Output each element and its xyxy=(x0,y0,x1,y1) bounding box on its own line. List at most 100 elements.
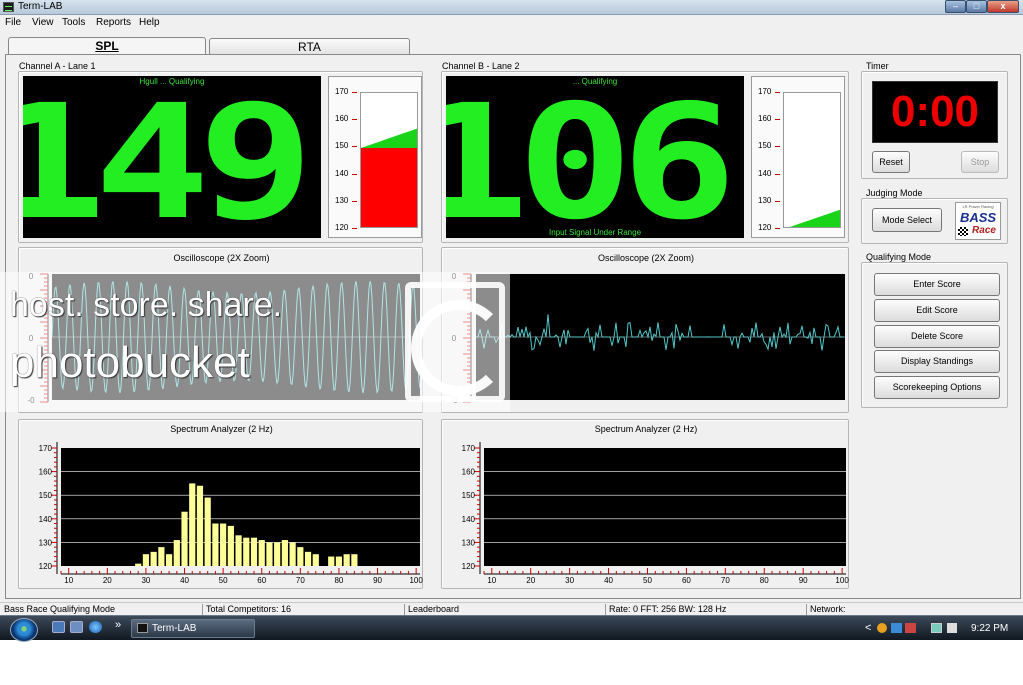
channel-b-gauge-tick: 130 xyxy=(758,195,772,205)
switch-windows-icon[interactable] xyxy=(70,621,83,633)
enter-score-button[interactable]: Enter Score xyxy=(874,273,1000,296)
spectrum-a-x-tick: 70 xyxy=(296,576,305,585)
spectrum-a-bar xyxy=(235,535,242,566)
spectrum-b-x-tick: 90 xyxy=(799,576,808,585)
spectrum-b-x-tick: 30 xyxy=(565,576,574,585)
channel-b-gauge-peak xyxy=(789,209,840,227)
spectrum-b-plot-area xyxy=(484,448,846,566)
spectrum-a-bar xyxy=(289,542,296,566)
maximize-button[interactable]: □ xyxy=(966,0,987,13)
show-desktop-icon[interactable] xyxy=(52,621,65,633)
channel-b-gauge-bar xyxy=(783,92,841,228)
spectrum-a-bar xyxy=(250,537,258,566)
spectrum-a-bar xyxy=(150,551,157,566)
channel-a-gauge-fill xyxy=(361,128,417,227)
menu-reports[interactable]: Reports xyxy=(96,17,131,28)
spectrum-a-y-tick: 130 xyxy=(39,538,53,547)
spectrum-b-y-tick: 150 xyxy=(462,491,476,500)
menu-tools[interactable]: Tools xyxy=(62,17,85,28)
spectrum-a-x-tick: 10 xyxy=(64,576,73,585)
spectrum-a-x-tick: 40 xyxy=(180,576,189,585)
tray-icon-2[interactable] xyxy=(891,623,902,633)
bass-race-logo-main: BASS xyxy=(959,210,997,225)
oscilloscope-b-trace xyxy=(476,314,845,352)
spectrum-a-bar xyxy=(328,556,335,566)
minimize-button[interactable]: – xyxy=(945,0,966,13)
spectrum-a-x-tick: 30 xyxy=(141,576,150,585)
status-network: Network: xyxy=(810,604,846,614)
channel-a-label: Channel A - Lane 1 xyxy=(19,61,96,71)
channel-a-gauge-tick: 170 xyxy=(335,87,349,96)
spectrum-a-x-tick: 100 xyxy=(409,576,423,585)
timer-label: Timer xyxy=(866,61,889,71)
channel-a-gauge-level xyxy=(361,147,417,227)
scorekeeping-options-button[interactable]: Scorekeeping Options xyxy=(874,376,1000,399)
spectrum-b-y-tick: 140 xyxy=(462,515,476,524)
menu-view[interactable]: View xyxy=(32,17,54,28)
channel-b-gauge-mark xyxy=(775,173,780,175)
tray-expand-arrow[interactable]: < xyxy=(865,622,871,634)
checker-flag-icon xyxy=(958,227,968,236)
channel-b-gauge-tick: 170 xyxy=(758,87,772,96)
channel-b-reading: 106.6 xyxy=(446,76,744,238)
status-competitors: Total Competitors: 16 xyxy=(206,604,292,614)
stop-button[interactable]: Stop xyxy=(961,151,999,173)
spectrum-a-y-tick: 120 xyxy=(39,562,53,571)
spectrum-a-x-tick: 60 xyxy=(257,576,266,585)
spectrum-b-y-tick: 120 xyxy=(462,562,476,571)
channel-a-gauge-mark xyxy=(352,228,357,229)
taskbar-term-lab[interactable]: Term-LAB xyxy=(131,619,255,638)
status-leaderboard: Leaderboard xyxy=(408,604,460,614)
spectrum-b-x-tick: 10 xyxy=(487,576,496,585)
channel-a-display: Hgull ... Qualifying 149.8 xyxy=(23,76,321,238)
menu-bar: File View Tools Reports Help xyxy=(0,15,1023,32)
oscilloscope-a-title: Oscilloscope (2X Zoom) xyxy=(173,253,270,263)
spectrum-a-chart: 170 160 150 140 130 120 10 20 30 40 50 60 70 80 90 100 xyxy=(39,442,423,585)
channel-b-gauge-fill xyxy=(789,209,840,227)
judging-panel: Mode Select LR Power Racing BASS Race xyxy=(861,198,1008,244)
channel-a-gauge: 170 160 150 140 130 120 xyxy=(328,76,422,238)
spectrum-a-bar xyxy=(266,542,273,566)
spectrum-a-bar xyxy=(297,547,304,566)
watermark-line1: host. store. share. xyxy=(10,286,283,324)
network-icon[interactable] xyxy=(931,623,942,633)
display-standings-button[interactable]: Display Standings xyxy=(874,350,1000,373)
judging-mode-label: Judging Mode xyxy=(866,188,923,198)
spectrum-b-x-tick: 40 xyxy=(604,576,613,585)
spectrum-a-bar xyxy=(212,523,219,566)
tab-rta[interactable]: RTA xyxy=(209,38,410,55)
internet-explorer-icon[interactable] xyxy=(89,621,102,633)
mode-select-button[interactable]: Mode Select xyxy=(872,208,942,232)
status-mode: Bass Race Qualifying Mode xyxy=(4,604,116,614)
spectrum-b-x-tick: 50 xyxy=(643,576,652,585)
channel-a-gauge-tick: 120 xyxy=(335,223,349,232)
reset-button[interactable]: Reset xyxy=(872,151,910,173)
menu-help[interactable]: Help xyxy=(139,17,160,28)
spectrum-a-y-tick: 160 xyxy=(39,468,53,477)
channel-a-gauge-tick: 160 xyxy=(335,114,349,124)
tab-spl-label: SPL xyxy=(95,39,119,53)
status-rate: Rate: 0 FFT: 256 BW: 128 Hz xyxy=(609,604,727,614)
taskbar-term-lab-label: Term-LAB xyxy=(152,623,197,634)
oscilloscope-b-waveform xyxy=(476,314,844,352)
channel-b-gauge-mark xyxy=(775,146,780,148)
clock: 9:22 PM xyxy=(971,623,1009,634)
tray-icon-3[interactable] xyxy=(905,623,916,633)
delete-score-button[interactable]: Delete Score xyxy=(874,325,1000,348)
channel-b-gauge-tick: 140 xyxy=(758,168,772,178)
edit-score-button[interactable]: Edit Score xyxy=(874,299,1000,322)
tray-icon-1[interactable] xyxy=(877,623,887,633)
spectrum-a-bar xyxy=(142,554,150,566)
spectrum-a-bar xyxy=(258,540,265,566)
close-button[interactable]: x xyxy=(987,0,1019,13)
spectrum-a-y-tick: 150 xyxy=(39,491,53,500)
channel-a-gauge-tick: 140 xyxy=(335,168,349,178)
spectrum-b-y-tick: 160 xyxy=(462,468,476,477)
start-button[interactable] xyxy=(10,618,38,642)
oscilloscope-b-title: Oscilloscope (2X Zoom) xyxy=(597,253,695,263)
quicklaunch-chevron[interactable]: » xyxy=(115,619,121,631)
menu-file[interactable]: File xyxy=(5,17,21,28)
spectrum-a-bar xyxy=(343,554,350,566)
spectrum-a-bar xyxy=(158,547,165,566)
volume-icon[interactable] xyxy=(947,623,957,633)
